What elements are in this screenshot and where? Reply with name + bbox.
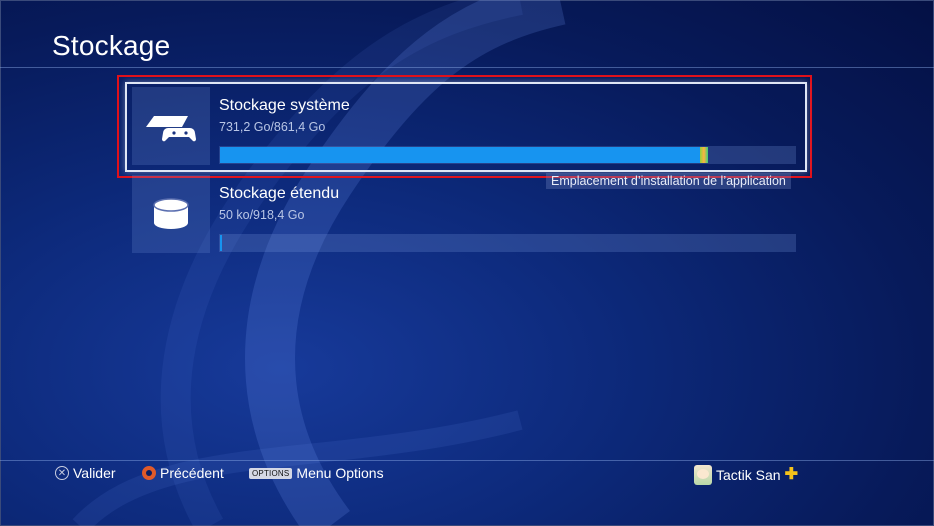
options-button-icon: OPTIONS — [249, 467, 293, 479]
confirm-hint[interactable]: ✕ Valider — [55, 465, 116, 481]
circle-button-icon — [142, 466, 156, 480]
user-profile[interactable]: Tactik San ✚ — [694, 465, 798, 485]
extended-storage-item[interactable]: Stockage étendu Emplacement d’installati… — [132, 173, 802, 255]
back-hint[interactable]: Précédent — [142, 465, 224, 481]
extended-storage-drive-icon — [132, 175, 210, 253]
avatar — [694, 465, 712, 485]
cross-button-icon: ✕ — [55, 466, 69, 480]
extended-storage-title: Stockage étendu — [219, 185, 340, 202]
extended-storage-bar — [219, 234, 796, 252]
user-name: Tactik San — [716, 467, 781, 483]
page-title: Stockage — [52, 30, 171, 61]
options-hint[interactable]: OPTIONS Menu Options — [249, 465, 384, 481]
system-storage-bar — [219, 146, 796, 164]
extended-storage-bar-fill — [220, 235, 222, 251]
install-location-badge: Emplacement d’installation de l’applicat… — [546, 173, 791, 189]
console-controller-icon — [132, 87, 210, 165]
system-storage-bar-fill — [220, 147, 708, 163]
system-storage-usage: 731,2 Go/861,4 Go — [219, 120, 326, 134]
options-label: Menu Options — [296, 465, 384, 481]
system-storage-title: Stockage système — [219, 97, 350, 114]
playstation-plus-icon: ✚ — [784, 466, 798, 483]
system-storage-bar-edge — [700, 147, 708, 163]
system-storage-item[interactable]: Stockage système 731,2 Go/861,4 Go — [132, 87, 802, 167]
footer-divider — [0, 460, 934, 461]
extended-storage-usage: 50 ko/918,4 Go — [219, 208, 305, 222]
back-label: Précédent — [160, 465, 224, 481]
header-divider — [0, 67, 934, 68]
confirm-label: Valider — [73, 465, 116, 481]
